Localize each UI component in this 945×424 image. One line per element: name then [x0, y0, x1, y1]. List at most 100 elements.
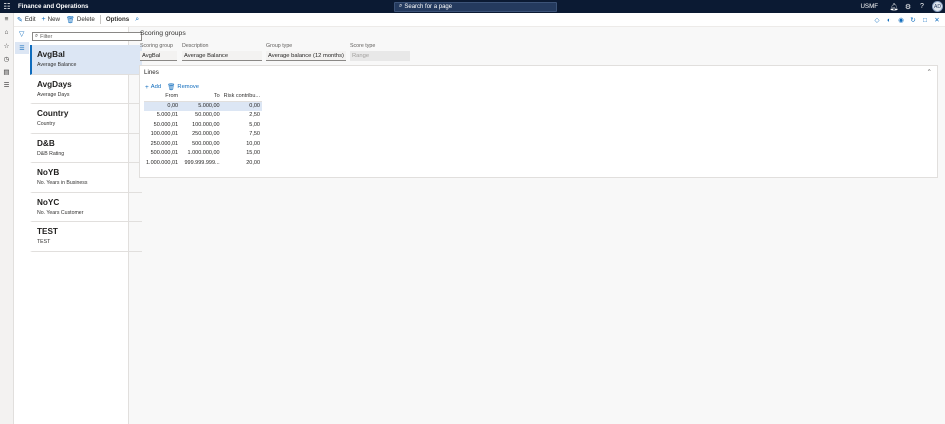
- list-pane: ▽ ☰ ⌕ Filter AvgBal Average Balance AvgD…: [14, 27, 142, 424]
- avatar[interactable]: AD: [932, 1, 943, 12]
- attach-icon[interactable]: ◉: [895, 16, 907, 24]
- list-item-title: AvgBal: [37, 50, 65, 59]
- table-row[interactable]: 0,00 5.000,00 0,00: [144, 101, 262, 111]
- office-icon[interactable]: ◐: [883, 17, 895, 24]
- app-title[interactable]: Finance and Operations: [18, 3, 88, 10]
- cell-to[interactable]: 1.000.000,00: [180, 149, 222, 159]
- cell-risk[interactable]: 10,00: [222, 139, 262, 149]
- delete-label: Delete: [76, 16, 95, 23]
- notification-bell-icon[interactable]: 🔔︎: [887, 3, 901, 11]
- list-item[interactable]: AvgBal Average Balance: [30, 45, 142, 75]
- list-item[interactable]: Country Country: [30, 104, 142, 134]
- score-type-label: Score type: [350, 43, 376, 49]
- pencil-icon: ✎: [17, 16, 23, 24]
- list-item[interactable]: AvgDays Average Days: [30, 75, 142, 104]
- cell-from[interactable]: 250.000,01: [144, 139, 180, 149]
- app-launcher-icon[interactable]: ☷: [0, 0, 14, 13]
- settings-gear-icon[interactable]: ⚙: [901, 3, 915, 11]
- lines-grid: From To Risk contribu... 0,00 5.000,00 0…: [144, 92, 262, 168]
- cell-from[interactable]: 5.000,01: [144, 111, 180, 121]
- column-header-to[interactable]: To: [180, 92, 222, 102]
- open-new-window-icon[interactable]: □: [919, 17, 931, 24]
- modules-list-icon[interactable]: ☰: [0, 78, 13, 91]
- list-item[interactable]: TEST TEST: [30, 222, 142, 252]
- filter-placeholder: Filter: [40, 33, 53, 40]
- search-input[interactable]: ⌕ Search for a page: [394, 1, 557, 12]
- help-icon[interactable]: ?: [915, 3, 929, 10]
- group-type-field: Group type Average balance (12 months): [266, 43, 346, 61]
- cell-to[interactable]: 500.000,00: [180, 139, 222, 149]
- recent-clock-icon[interactable]: ◷: [0, 52, 13, 65]
- cell-from[interactable]: 50.000,01: [144, 120, 180, 130]
- filter-input[interactable]: ⌕ Filter: [32, 32, 142, 41]
- delete-button[interactable]: 🗑︎ Delete: [63, 16, 98, 24]
- list-item-title: NoYC: [37, 197, 60, 207]
- trash-icon: 🗑︎: [167, 84, 176, 91]
- group-type-select[interactable]: Average balance (12 months): [266, 51, 346, 61]
- top-right-controls: USMF 🔔︎ ⚙ ? AD: [860, 0, 945, 13]
- table-row[interactable]: 100.000,01 250.000,00 7,50: [144, 130, 262, 140]
- top-bar: ☷ Finance and Operations ⌕ Search for a …: [0, 0, 945, 13]
- cell-to[interactable]: 50.000,00: [180, 111, 222, 121]
- list-toggle-icon[interactable]: ☰: [15, 42, 29, 54]
- cell-risk[interactable]: 7,50: [222, 130, 262, 140]
- workspaces-icon[interactable]: ▤: [0, 65, 13, 78]
- list-item-subtitle: No. Years Customer: [37, 209, 84, 216]
- favorites-star-icon[interactable]: ☆: [0, 39, 13, 52]
- diamond-icon[interactable]: ◇: [871, 16, 883, 24]
- new-button[interactable]: + New: [39, 16, 63, 23]
- list-item-subtitle: Average Balance: [37, 62, 77, 68]
- cell-risk[interactable]: 20,00: [222, 158, 262, 168]
- column-header-from[interactable]: From: [144, 92, 181, 102]
- filter-funnel-icon[interactable]: ▽: [19, 30, 24, 38]
- refresh-icon[interactable]: ↻: [907, 16, 919, 24]
- lines-section-title[interactable]: Lines: [144, 69, 159, 76]
- cell-to[interactable]: 999.999.999...: [180, 158, 222, 168]
- plus-icon: +: [145, 83, 149, 91]
- chevron-up-icon[interactable]: ⌃: [927, 68, 932, 76]
- group-type-label: Group type: [266, 43, 293, 49]
- page-title: Scoring groups: [140, 30, 186, 37]
- list-item[interactable]: NoYB No. Years in Business: [30, 163, 142, 193]
- scoring-group-label: Scoring group: [140, 43, 173, 49]
- list-item-subtitle: TEST: [37, 239, 51, 245]
- table-row[interactable]: 5.000,01 50.000,00 2,50: [144, 111, 262, 121]
- score-type-input: Range: [350, 51, 410, 61]
- action-search-button[interactable]: ⌕: [132, 16, 144, 24]
- table-row[interactable]: 50.000,01 100.000,00 5,00: [144, 120, 262, 130]
- table-row[interactable]: 250.000,01 500.000,00 10,00: [144, 139, 262, 149]
- cell-from[interactable]: 100.000,01: [144, 130, 180, 140]
- cell-to[interactable]: 250.000,00: [180, 130, 222, 140]
- company-picker[interactable]: USMF: [860, 3, 878, 10]
- options-button[interactable]: Options: [103, 16, 132, 23]
- scoring-group-input[interactable]: AvgBal: [140, 51, 177, 61]
- column-header-risk-contribution[interactable]: Risk contribu...: [221, 92, 262, 102]
- list-item[interactable]: NoYC No. Years Customer: [30, 193, 142, 222]
- remove-line-button[interactable]: 🗑︎ Remove: [167, 83, 199, 91]
- cell-risk[interactable]: 2,50: [222, 111, 262, 121]
- cell-from[interactable]: 1.000.000,01: [144, 158, 180, 168]
- description-field: Description Average Balance: [182, 43, 262, 61]
- table-row[interactable]: 500.000,01 1.000.000,00 15,00: [144, 149, 262, 159]
- search-icon: ⌕: [135, 15, 140, 23]
- cell-to[interactable]: 5.000,00: [180, 101, 222, 111]
- search-icon: ⌕: [399, 3, 403, 9]
- cell-from[interactable]: 0,00: [144, 101, 181, 111]
- add-line-button[interactable]: + Add: [145, 84, 161, 91]
- search-icon: ⌕: [35, 33, 39, 39]
- list-item[interactable]: D&B D&B Rating: [30, 134, 142, 163]
- details-pane: Scoring groups Scoring group AvgBal Desc…: [130, 27, 945, 424]
- edit-button[interactable]: ✎ Edit: [14, 16, 39, 24]
- hamburger-menu-icon[interactable]: ≡: [0, 13, 13, 26]
- description-input[interactable]: Average Balance: [182, 51, 262, 61]
- cell-to[interactable]: 100.000,00: [180, 120, 222, 130]
- cell-risk[interactable]: 15,00: [222, 149, 262, 159]
- list-item-subtitle: No. Years in Business: [37, 180, 88, 186]
- home-icon[interactable]: ⌂: [0, 26, 13, 39]
- cell-from[interactable]: 500.000,01: [144, 149, 180, 159]
- cell-risk[interactable]: 0,00: [221, 101, 262, 111]
- close-icon[interactable]: ✕: [931, 16, 943, 24]
- grid-header-row: From To Risk contribu...: [144, 92, 262, 102]
- table-row[interactable]: 1.000.000,01 999.999.999... 20,00: [144, 158, 262, 168]
- cell-risk[interactable]: 5,00: [222, 120, 262, 130]
